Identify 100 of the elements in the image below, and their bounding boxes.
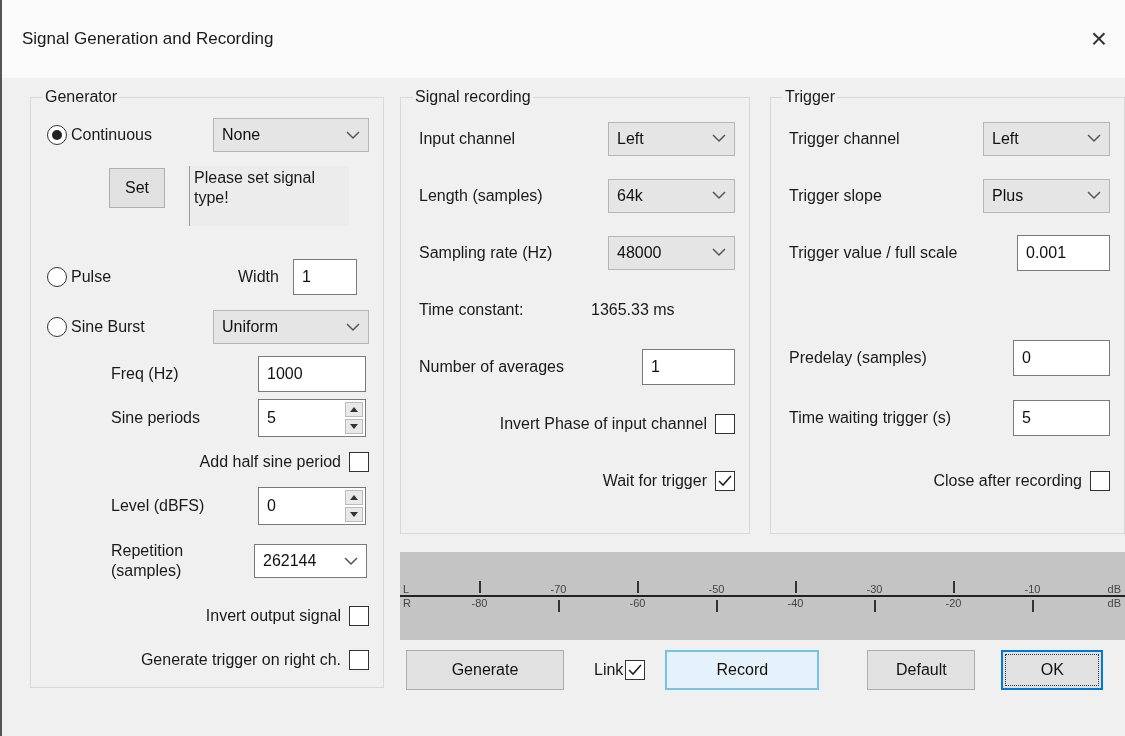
chevron-down-icon [346,130,360,140]
triangle-down-icon [350,424,358,429]
checkbox[interactable] [349,650,369,670]
checkbox-label: Add half sine period [199,453,341,471]
tick-mark [1031,600,1034,612]
field-label: Sampling rate (Hz) [419,243,554,262]
spin-up-button[interactable] [345,490,363,505]
status-message: Please set signal type! [189,166,349,226]
spin-down-button[interactable] [345,419,363,434]
tick-mark [636,581,639,593]
radio-label[interactable]: Continuous [71,126,152,143]
scale-label: -10 [1024,583,1041,595]
scale-label: -80 [471,597,488,609]
tick-mark [873,600,876,612]
field-label: Freq (Hz) [111,365,180,383]
checkbox[interactable] [715,470,735,491]
field-label: Width [238,268,279,286]
set-button[interactable]: Set [109,168,165,208]
checkbox-label[interactable]: Link [594,661,624,679]
checkbox[interactable] [715,413,735,434]
chevron-down-icon [1087,134,1101,143]
input-field[interactable]: 5 [1013,399,1110,436]
spin-box[interactable]: 0 [258,487,366,525]
dialog-button[interactable]: Generate [406,650,564,690]
dialog-button[interactable]: Default [867,650,976,690]
input-field[interactable]: 1 [642,348,735,385]
value-text: 1365.33 ms [591,300,675,319]
close-button[interactable]: × [1086,23,1111,55]
triangle-down-icon [350,512,358,517]
spin-down-button[interactable] [345,507,363,522]
field-label: Length (samples) [419,186,544,205]
scale-label: -20 [945,597,962,609]
scale-label: -70 [550,583,567,595]
spin-box[interactable]: 5 [258,399,366,437]
tick-mark [794,581,797,593]
radio-label[interactable]: Sine Burst [71,318,145,335]
checkbox-label: Wait for trigger [602,471,707,490]
field-label: Level (dBFS) [111,497,206,515]
input-field[interactable]: 1 [292,259,357,295]
triangle-up-icon [350,495,358,500]
dropdown[interactable]: Plus [983,178,1110,213]
checkbox-label: Close after recording [933,471,1082,490]
channel-label: L [402,583,411,595]
spin-up-button[interactable] [345,402,363,417]
triangle-up-icon [350,407,358,412]
group-title: Generator [44,88,119,106]
dropdown[interactable]: Left [608,121,735,156]
chevron-down-icon [712,248,726,257]
scale-label: -30 [866,583,883,595]
checkbox[interactable] [349,452,369,472]
window-title: Signal Generation and Recording [22,29,274,49]
checkbox[interactable] [349,606,369,626]
tick-mark [952,581,955,593]
dropdown[interactable]: None [213,118,369,152]
checkbox-label: Invert output signal [205,607,341,625]
tick-mark [557,600,560,612]
tick-mark [715,600,718,612]
field-label: Time waiting trigger (s) [789,408,953,427]
input-field[interactable]: 0 [1013,339,1110,376]
chevron-down-icon [1087,191,1101,200]
unit-label: dB [1107,597,1122,609]
chevron-down-icon [344,556,358,566]
checkbox[interactable] [625,660,646,680]
field-label: Input channel [419,129,517,148]
input-field[interactable]: 5 [259,400,343,436]
dropdown[interactable]: 64k [608,178,735,213]
scale-label: -40 [787,597,804,609]
tick-mark [478,581,481,593]
field-label: Repetition (samples) [111,541,185,581]
field-label: Number of averages [419,357,565,376]
checkbox-label: Invert Phase of input channel [499,414,707,433]
dialog-button[interactable]: Record [665,650,820,690]
scale-label: -60 [629,597,646,609]
field-label: Trigger value / full scale [789,243,959,262]
checkmark-icon [627,663,644,677]
chevron-down-icon [346,322,360,332]
field-label: Trigger slope [789,186,883,205]
field-label: Predelay (samples) [789,348,928,367]
radio-button[interactable] [47,267,67,287]
radio-button[interactable] [47,125,67,145]
checkbox-label: Generate trigger on right ch. [140,651,341,669]
group-title: Trigger [784,88,837,106]
input-field[interactable]: 1000 [258,356,366,392]
scale-label: -50 [708,583,725,595]
unit-label: dB [1107,583,1122,595]
input-field[interactable]: 0.001 [1017,234,1110,271]
chevron-down-icon [712,134,726,143]
chevron-down-icon [712,191,726,200]
checkbox[interactable] [1090,470,1110,491]
input-field[interactable]: 0 [259,488,343,524]
radio-label[interactable]: Pulse [71,268,112,285]
dropdown[interactable]: Left [983,121,1110,156]
dialog-button[interactable]: OK [1001,650,1104,690]
group-title: Signal recording [414,88,532,106]
dropdown[interactable]: 48000 [608,235,735,270]
field-label: Sine periods [111,409,201,427]
radio-button[interactable] [47,317,67,337]
dropdown[interactable]: Uniform [213,310,369,344]
dropdown[interactable]: 262144 [254,544,367,578]
channel-label: R [402,597,412,609]
